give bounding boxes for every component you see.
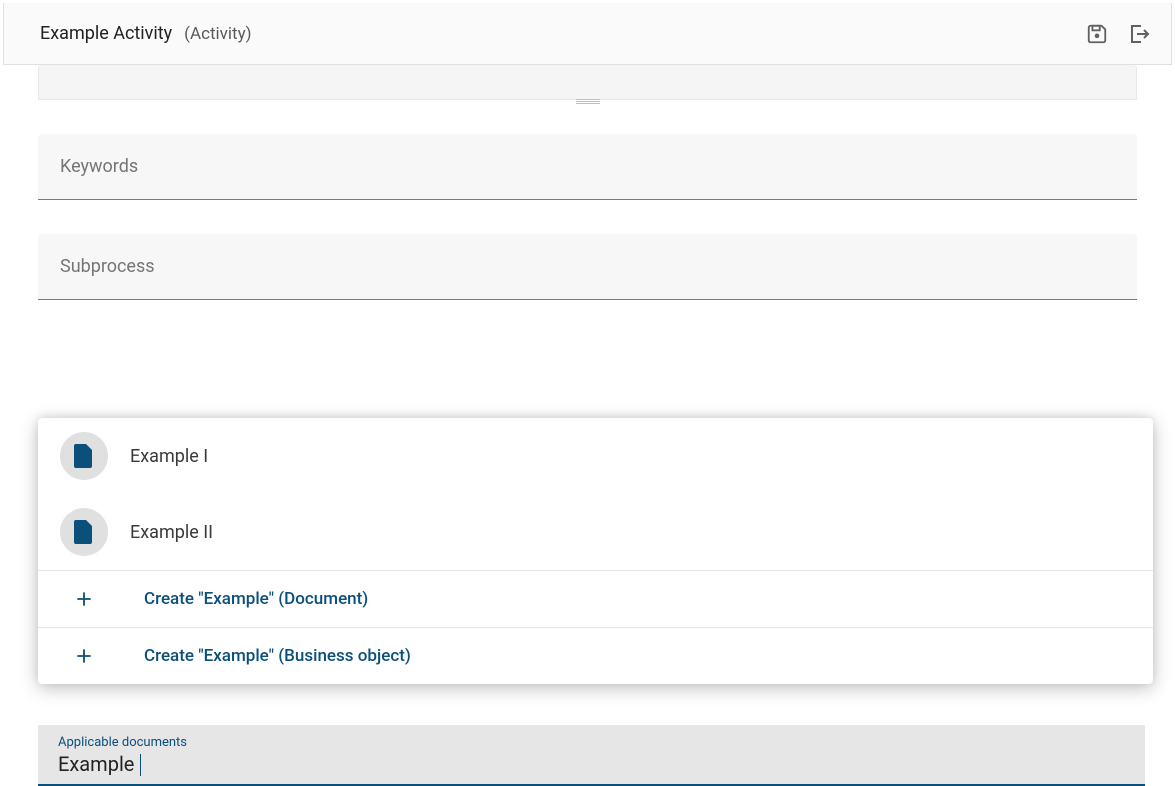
subprocess-label: Subprocess [60, 256, 1115, 277]
dropdown-item-label: Example II [130, 522, 213, 543]
input-wrap [58, 752, 312, 776]
create-business-object-option[interactable]: Create "Example" (Business object) [38, 628, 1153, 684]
plus-icon [60, 589, 108, 609]
plus-icon [60, 646, 108, 666]
keywords-label: Keywords [60, 156, 1115, 177]
dropdown-item-label: Example I [130, 446, 208, 467]
page-title: Example Activity [40, 23, 172, 44]
create-document-option[interactable]: Create "Example" (Document) [38, 571, 1153, 627]
applicable-documents-field[interactable]: Applicable documents [38, 725, 1145, 786]
autocomplete-dropdown: Example I Example II Create "Example" (D… [38, 418, 1153, 684]
applicable-documents-input[interactable] [58, 752, 312, 776]
create-business-object-label: Create "Example" (Business object) [144, 646, 411, 666]
resize-handle-icon[interactable] [576, 99, 600, 104]
text-caret [140, 754, 141, 776]
subprocess-section[interactable]: Subprocess [38, 234, 1137, 300]
create-document-label: Create "Example" (Document) [144, 589, 368, 609]
header-title-wrap: Example Activity (Activity) [40, 23, 252, 44]
applicable-documents-label: Applicable documents [58, 735, 1125, 750]
header-bar: Example Activity (Activity) [3, 3, 1172, 65]
content-area: Keywords Subprocess Example I Example II [0, 65, 1175, 300]
document-icon [60, 508, 108, 556]
dropdown-item-example-1[interactable]: Example I [38, 418, 1153, 494]
dropdown-item-example-2[interactable]: Example II [38, 494, 1153, 570]
collapsed-panel [38, 65, 1137, 100]
page-subtitle: (Activity) [184, 24, 251, 44]
keywords-section[interactable]: Keywords [38, 134, 1137, 200]
document-icon [60, 432, 108, 480]
header-actions [1085, 22, 1151, 46]
save-icon[interactable] [1085, 22, 1109, 46]
exit-icon[interactable] [1127, 22, 1151, 46]
